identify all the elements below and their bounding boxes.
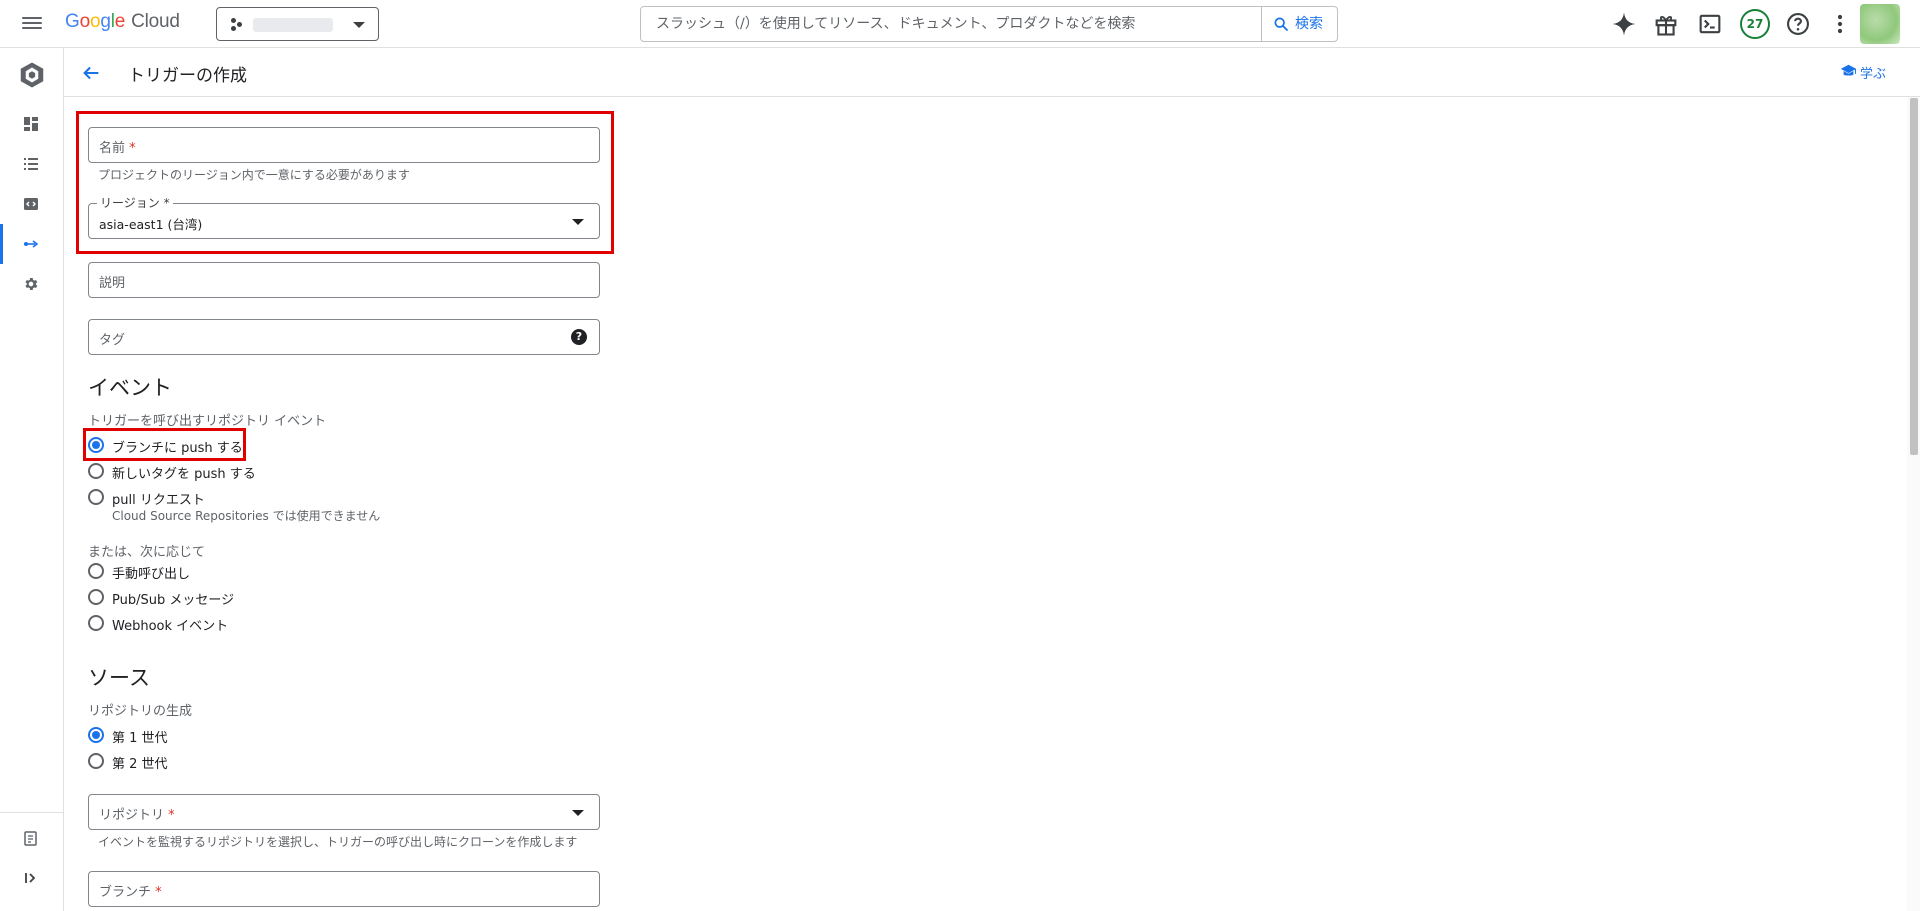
project-picker[interactable] (216, 7, 379, 41)
main-menu-icon[interactable] (22, 14, 42, 34)
region-value: asia-east1 (台湾) (99, 217, 203, 232)
logo-letter: G (65, 11, 80, 32)
event-section-title: イベント (88, 376, 172, 400)
required-mark: * (129, 141, 136, 156)
gemini-sparkle-icon[interactable] (1610, 10, 1638, 38)
cloud-shell-terminal-icon[interactable] (1696, 10, 1724, 38)
notifications-badge[interactable]: 27 (1740, 9, 1770, 39)
radio-label: 手動呼び出し (112, 567, 191, 582)
nav-repositories-code-icon[interactable] (0, 184, 64, 224)
name-field[interactable]: 名前 * (88, 127, 600, 163)
search-button[interactable]: 検索 (1261, 7, 1337, 41)
school-icon (1840, 64, 1857, 76)
radio-circle (88, 589, 104, 605)
nav-dashboard-icon[interactable] (0, 104, 64, 144)
source-section-subtitle: リポジトリの生成 (88, 704, 193, 719)
name-placeholder: 名前 * (99, 137, 136, 156)
search-input[interactable] (641, 7, 1263, 41)
description-field[interactable]: 説明 (88, 262, 600, 298)
more-vert-icon[interactable] (1826, 10, 1854, 38)
radio-circle (88, 563, 104, 579)
project-icon (231, 18, 245, 32)
search-button-label: 検索 (1295, 16, 1323, 32)
radio-gen1[interactable]: 第 1 世代 (88, 725, 188, 746)
google-cloud-logo[interactable]: Google Cloud (65, 11, 180, 33)
region-select[interactable]: リージョン * asia-east1 (台湾) (88, 196, 600, 239)
radio-circle (88, 437, 104, 453)
radio-circle (88, 753, 104, 769)
repository-hint: イベントを監視するリポジトリを選択し、トリガーの呼び出し時にクローンを作成します (98, 835, 578, 849)
required-mark: * (168, 808, 175, 823)
left-nav-rail (0, 48, 64, 911)
source-section-title: ソース (88, 666, 150, 690)
radio-circle (88, 489, 104, 505)
page-title: トリガーの作成 (128, 66, 247, 86)
chevron-down-icon (572, 810, 584, 816)
radio-webhook-event[interactable]: Webhook イベント (88, 613, 238, 634)
top-bar: GoogleCloud 検索 27 (0, 0, 1920, 48)
chevron-down-icon (572, 219, 584, 225)
logo-letter: g (100, 11, 111, 32)
description-placeholder: 説明 (99, 276, 126, 291)
tags-field[interactable]: タグ ? (88, 319, 600, 355)
learn-label: 学ぶ (1859, 67, 1886, 82)
tags-help-icon[interactable]: ? (571, 329, 587, 345)
radio-circle (88, 615, 104, 631)
radio-pull-request[interactable]: pull リクエスト Cloud Source Repositories では使… (88, 487, 388, 523)
event-section-subtitle: トリガーを呼び出すリポジトリ イベント (88, 414, 327, 429)
account-avatar[interactable] (1860, 4, 1900, 44)
branch-field[interactable]: ブランチ * (88, 871, 600, 907)
help-icon[interactable] (1784, 10, 1812, 38)
learn-link[interactable]: 学ぶ (1840, 63, 1886, 82)
radio-label: Webhook イベント (112, 619, 229, 634)
radio-circle (88, 727, 104, 743)
radio-circle (88, 463, 104, 479)
release-notes-icon[interactable] (0, 818, 64, 858)
expand-rail-icon[interactable] (0, 858, 64, 898)
repository-select[interactable]: リポジトリ * (88, 794, 600, 830)
search-icon (1274, 17, 1288, 31)
cloud-build-product-icon[interactable] (0, 52, 64, 100)
name-label: 名前 (99, 141, 126, 156)
chevron-down-icon (353, 22, 365, 28)
tags-placeholder: タグ (99, 333, 126, 348)
nav-history-list-icon[interactable] (0, 144, 64, 184)
required-mark: * (163, 196, 170, 210)
required-mark: * (155, 885, 162, 900)
name-hint: プロジェクトのリージョン内で一意にする必要があります (98, 168, 410, 182)
region-label: リージョン * (97, 196, 173, 210)
page-header: トリガーの作成 学ぶ (64, 48, 1920, 97)
radio-sublabel: Cloud Source Repositories では使用できません (112, 509, 381, 523)
back-arrow-icon[interactable] (80, 62, 102, 88)
nav-triggers-icon[interactable] (0, 224, 64, 264)
radio-push-tag[interactable]: 新しいタグを push する (88, 461, 258, 482)
radio-label: Pub/Sub メッセージ (112, 593, 235, 608)
logo-letter: o (79, 11, 91, 32)
search-bar: 検索 (640, 6, 1338, 42)
radio-label: ブランチに push する (112, 441, 243, 456)
radio-label: 第 2 世代 (112, 757, 168, 772)
radio-push-branch[interactable]: ブランチに push する (88, 435, 243, 456)
branch-label: ブランチ (99, 885, 152, 900)
repository-label: リポジトリ (99, 808, 165, 823)
logo-letter: e (114, 11, 126, 32)
logo-cloud: Cloud (131, 11, 180, 32)
nav-settings-gear-icon[interactable] (0, 264, 64, 304)
gift-icon[interactable] (1652, 10, 1680, 38)
project-name-redacted (253, 18, 333, 32)
rail-divider (0, 812, 64, 813)
radio-label: 第 1 世代 (112, 731, 168, 746)
radio-pubsub-message[interactable]: Pub/Sub メッセージ (88, 587, 238, 608)
radio-gen2[interactable]: 第 2 世代 (88, 751, 188, 772)
or-label: または、次に応じて (88, 545, 206, 560)
radio-label: 新しいタグを push する (112, 467, 256, 482)
repository-placeholder: リポジトリ * (99, 804, 175, 823)
region-label-text: リージョン (100, 196, 160, 210)
radio-label: pull リクエスト (112, 493, 205, 508)
scrollbar-thumb[interactable] (1910, 98, 1918, 455)
radio-manual-invocation[interactable]: 手動呼び出し (88, 561, 208, 582)
logo-letter: o (89, 11, 101, 32)
branch-placeholder: ブランチ * (99, 881, 162, 900)
